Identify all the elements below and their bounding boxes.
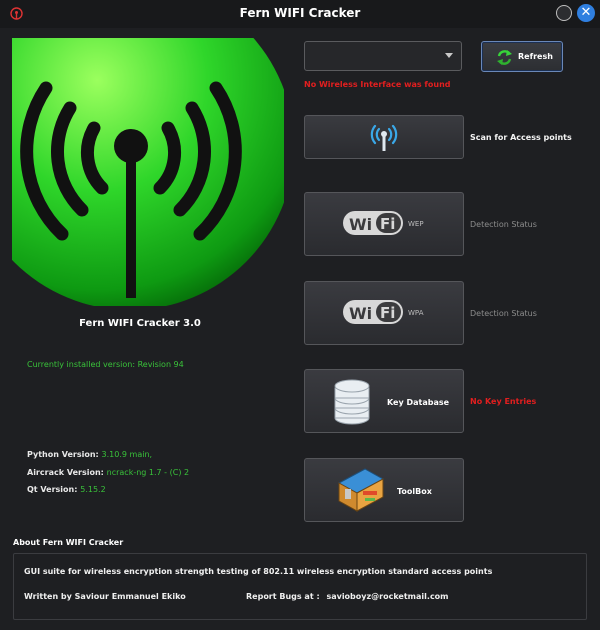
scan-button[interactable] [304,115,464,159]
aircrack-version-label: Aircrack Version: [27,468,104,477]
about-description: GUI suite for wireless encryption streng… [24,567,493,576]
refresh-icon [497,50,512,65]
installed-version: Currently installed version: Revision 94 [27,360,184,369]
window-title: Fern WIFI Cracker [239,6,361,20]
toolbox-button[interactable]: ToolBox [304,458,464,522]
chevron-down-icon [445,53,453,58]
interface-select[interactable] [304,41,462,71]
svg-text:Fi: Fi [380,215,395,233]
wep-label: WEP [408,220,424,228]
wpa-detection-status: Detection Status [470,309,537,318]
window-close-icon[interactable]: ✕ [577,4,595,22]
app-name: Fern WIFI Cracker 3.0 [79,318,201,329]
wpa-button[interactable]: Wi Fi WPA [304,281,464,345]
refresh-label: Refresh [518,52,553,61]
about-author: Written by Saviour Emmanuel Ekiko [24,592,186,601]
window-minimize-button[interactable] [556,5,572,21]
qt-version-label: Qt Version: [27,485,78,494]
toolbox-icon [337,468,385,512]
key-database-button[interactable]: Key Database [304,369,464,433]
interface-error: No Wireless Interface was found [304,80,451,89]
report-bugs-email[interactable]: savioboyz@rocketmail.com [326,592,448,601]
wep-button[interactable]: Wi Fi WEP [304,192,464,256]
about-panel: GUI suite for wireless encryption streng… [13,553,587,620]
refresh-button[interactable]: Refresh [481,41,563,72]
svg-text:Wi: Wi [349,215,372,234]
report-bugs: Report Bugs at : savioboyz@rocketmail.co… [246,592,449,601]
database-icon [334,379,370,425]
title-bar: Fern WIFI Cracker ✕ [0,0,600,28]
svg-text:Wi: Wi [349,304,372,323]
about-title: About Fern WIFI Cracker [13,538,124,547]
aircrack-version: Aircrack Version: ncrack-ng 1.7 - (C) 2 [27,468,189,477]
key-entries-status: No Key Entries [470,397,537,406]
python-version-label: Python Version: [27,450,99,459]
key-database-label: Key Database [387,398,450,407]
scan-label: Scan for Access points [470,133,572,142]
qt-version-value: 5.15.2 [80,485,106,494]
wifi-antenna-logo-icon [12,38,284,306]
wep-detection-status: Detection Status [470,220,537,229]
python-version-value: 3.10.9 main, [101,450,153,459]
svg-text:Fi: Fi [380,304,395,322]
python-version: Python Version: 3.10.9 main, [27,450,152,459]
toolbox-label: ToolBox [397,487,432,496]
aircrack-version-value: ncrack-ng 1.7 - (C) 2 [106,468,190,477]
qt-version: Qt Version: 5.15.2 [27,485,106,494]
report-bugs-label: Report Bugs at : [246,592,320,601]
antenna-icon [370,124,398,151]
wpa-label: WPA [408,309,424,317]
